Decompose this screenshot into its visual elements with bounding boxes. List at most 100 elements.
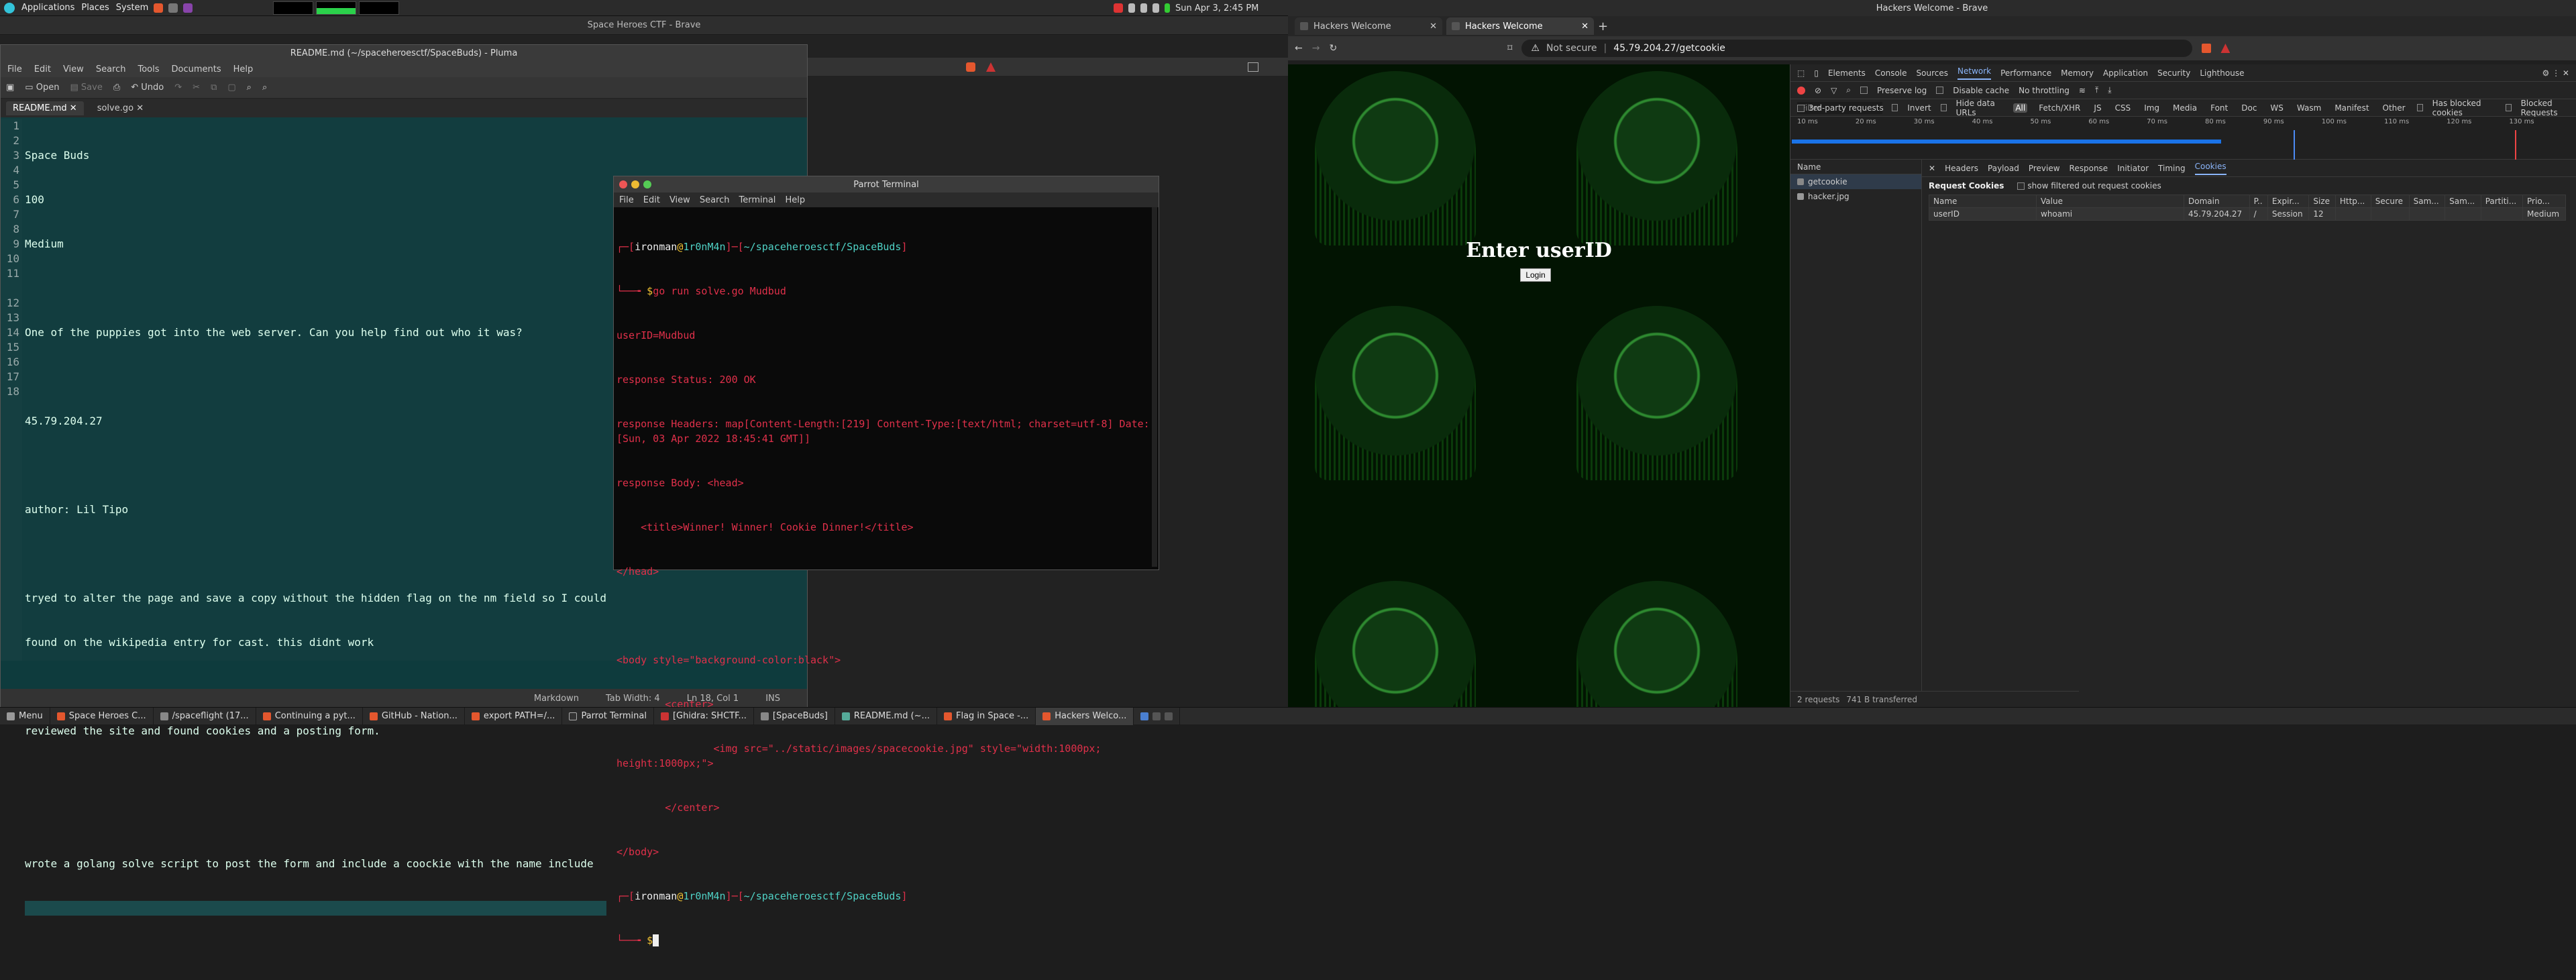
- request-row-getcookie[interactable]: getcookie: [1790, 174, 1921, 189]
- brave-shield-icon[interactable]: [966, 62, 975, 72]
- battery-icon[interactable]: [1165, 3, 1170, 13]
- wifi-icon[interactable]: ≋: [2079, 86, 2086, 95]
- close-detail-icon[interactable]: ✕: [1929, 164, 1935, 173]
- devtools-tab-memory[interactable]: Memory: [2061, 68, 2094, 78]
- browser-tab-active[interactable]: Hackers Welcome ✕: [1446, 17, 1594, 35]
- devtools-tab-application[interactable]: Application: [2103, 68, 2148, 78]
- pluma-menu-tools[interactable]: Tools: [138, 64, 159, 74]
- devtools-settings-icon[interactable]: ⚙ ⋮ ✕: [2542, 68, 2569, 78]
- close-icon[interactable]: ✕: [136, 103, 144, 113]
- devtools-tab-performance[interactable]: Performance: [2000, 68, 2051, 78]
- login-button[interactable]: Login: [1520, 268, 1551, 282]
- editor-text[interactable]: Space Buds 100 Medium One of the puppies…: [22, 119, 606, 916]
- blocked-cookies-checkbox[interactable]: [2416, 104, 2423, 111]
- brave-launcher-icon[interactable]: [154, 3, 164, 13]
- hide-data-urls-checkbox[interactable]: [1940, 104, 1947, 111]
- col-domain[interactable]: Domain: [2184, 195, 2250, 208]
- detail-tab-headers[interactable]: Headers: [1945, 164, 1978, 173]
- save-button[interactable]: ▤ Save: [70, 83, 102, 93]
- devtools-tab-sources[interactable]: Sources: [1917, 68, 1948, 78]
- filter-type-all[interactable]: All: [2013, 103, 2028, 113]
- col-httponly[interactable]: Http...: [2334, 195, 2371, 208]
- record-icon[interactable]: [1797, 86, 1805, 95]
- detail-tab-timing[interactable]: Timing: [2158, 164, 2186, 173]
- filter-type[interactable]: Img: [2142, 103, 2161, 113]
- throttling-select[interactable]: No throttling: [2019, 86, 2070, 95]
- col-size[interactable]: Size: [2308, 195, 2336, 208]
- browser-tab[interactable]: Hackers Welcome ✕: [1295, 17, 1442, 35]
- filter-icon[interactable]: ▽: [1831, 86, 1837, 95]
- taskbar-item[interactable]: Flag in Space -...: [937, 707, 1036, 725]
- open-button[interactable]: ▭ Open: [25, 83, 59, 93]
- pluma-menu-help[interactable]: Help: [233, 64, 254, 74]
- filter-type[interactable]: JS: [2092, 103, 2103, 113]
- table-row[interactable]: userID whoami 45.79.204.27 / Session 12 …: [1929, 207, 2566, 221]
- cookie-path[interactable]: /: [2249, 207, 2268, 221]
- cut-icon[interactable]: ✂: [193, 83, 200, 93]
- inspect-icon[interactable]: ⬚: [1797, 68, 1805, 78]
- minimize-window-icon[interactable]: [631, 180, 639, 188]
- maximize-window-icon[interactable]: [643, 180, 651, 188]
- third-party-checkbox[interactable]: [1797, 104, 1805, 112]
- device-toggle-icon[interactable]: ▯: [1814, 68, 1819, 78]
- settings-launcher-icon[interactable]: [168, 3, 178, 13]
- not-secure-label[interactable]: Not secure: [1546, 43, 1597, 54]
- tab-readme[interactable]: README.md ✕: [6, 101, 84, 115]
- print-icon[interactable]: ⎙: [113, 83, 120, 93]
- filter-type[interactable]: Doc: [2239, 103, 2259, 113]
- terminal-menu-edit[interactable]: Edit: [643, 195, 660, 205]
- taskbar-item[interactable]: /spaceflight (17...: [154, 707, 256, 725]
- terminal-menu-file[interactable]: File: [619, 195, 634, 205]
- taskbar-item-active[interactable]: Hackers Welco...: [1036, 707, 1134, 725]
- taskbar-item[interactable]: Continuing a pyt...: [256, 707, 363, 725]
- cookie-priority[interactable]: Medium: [2522, 207, 2566, 221]
- name-column-header[interactable]: Name: [1790, 160, 1921, 174]
- cookie-partition[interactable]: [2480, 207, 2524, 221]
- devtools-tab-network[interactable]: Network: [1957, 66, 1992, 80]
- close-icon[interactable]: ✕: [70, 103, 77, 113]
- clear-icon[interactable]: ⊘: [1815, 86, 1821, 95]
- devtools-tab-console[interactable]: Console: [1875, 68, 1907, 78]
- devtools-tab-security[interactable]: Security: [2157, 68, 2190, 78]
- col-path[interactable]: P..: [2249, 195, 2268, 208]
- url-text[interactable]: 45.79.204.27/getcookie: [1613, 43, 1725, 54]
- filter-type[interactable]: Fetch/XHR: [2037, 103, 2082, 113]
- search-icon[interactable]: ⌕: [1846, 85, 1851, 95]
- close-window-icon[interactable]: [619, 180, 627, 188]
- record-icon[interactable]: [1114, 3, 1123, 13]
- terminal-scrollbar[interactable]: [1152, 207, 1157, 567]
- find-icon[interactable]: ⌕: [247, 83, 252, 93]
- col-sameparty[interactable]: Sam...: [2445, 195, 2481, 208]
- col-samesite[interactable]: Sam...: [2408, 195, 2446, 208]
- cookie-samesite[interactable]: [2408, 207, 2446, 221]
- menu-button[interactable]: Menu: [0, 707, 50, 725]
- detail-tab-payload[interactable]: Payload: [1988, 164, 2019, 173]
- cookie-sameparty[interactable]: [2445, 207, 2481, 221]
- col-expires[interactable]: Expir...: [2267, 195, 2310, 208]
- bluetooth-icon[interactable]: [1128, 3, 1135, 13]
- detail-tab-response[interactable]: Response: [2070, 164, 2108, 173]
- close-icon[interactable]: ✕: [1581, 21, 1589, 32]
- menu-applications[interactable]: Applications: [21, 3, 74, 13]
- cookie-expires[interactable]: Session: [2267, 207, 2310, 221]
- devtools-tab-lighthouse[interactable]: Lighthouse: [2200, 68, 2244, 78]
- paste-icon[interactable]: ▢: [227, 83, 235, 93]
- terminal-menu-search[interactable]: Search: [700, 195, 730, 205]
- devtools-tab-elements[interactable]: Elements: [1828, 68, 1866, 78]
- reload-icon[interactable]: ↻: [1329, 43, 1337, 54]
- filter-type[interactable]: Media: [2171, 103, 2199, 113]
- cookie-size[interactable]: 12: [2308, 207, 2336, 221]
- clock[interactable]: Sun Apr 3, 2:45 PM: [1175, 3, 1258, 13]
- bookmark-icon[interactable]: ⌑: [1507, 43, 1512, 54]
- cookie-secure[interactable]: [2370, 207, 2410, 221]
- taskbar-item[interactable]: Space Heroes C...: [50, 707, 154, 725]
- workspace-1[interactable]: [1140, 712, 1149, 720]
- request-row-hacker-jpg[interactable]: hacker.jpg: [1790, 189, 1921, 204]
- export-icon[interactable]: ⤓: [2108, 85, 2111, 95]
- replace-icon[interactable]: ⌕: [262, 83, 267, 93]
- workspace-3[interactable]: [1165, 712, 1173, 720]
- cookie-domain[interactable]: 45.79.204.27: [2184, 207, 2250, 221]
- taskbar-item[interactable]: [SpaceBuds]: [754, 707, 835, 725]
- col-priority[interactable]: Prio...: [2522, 195, 2566, 208]
- taskbar-item[interactable]: README.md (~...: [835, 707, 937, 725]
